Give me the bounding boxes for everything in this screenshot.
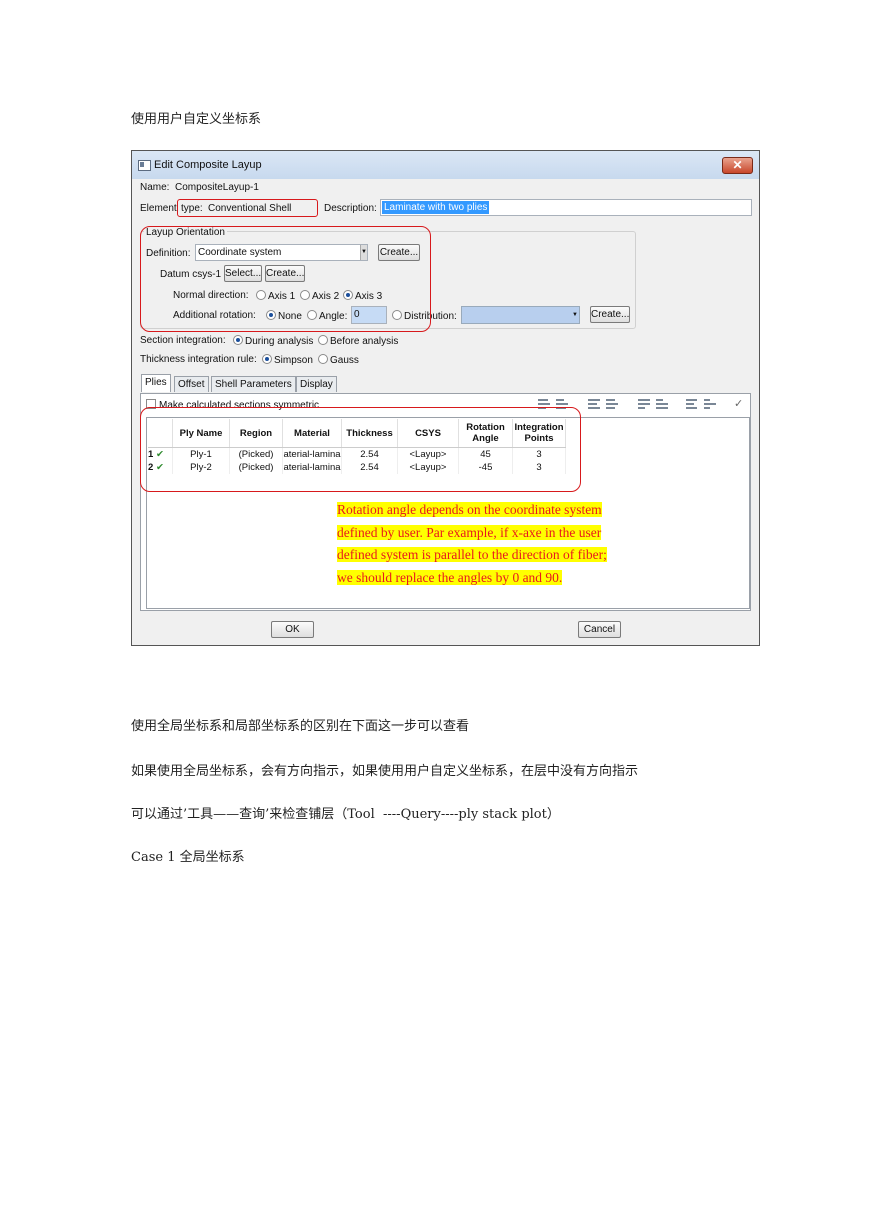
doc-line-4: Case 1 全局坐标系 — [131, 850, 245, 865]
validate-icon[interactable]: ✓ — [734, 397, 743, 410]
during-analysis-label: During analysis — [245, 336, 314, 347]
simpson-label: Simpson — [274, 355, 313, 366]
gauss-radio[interactable]: Gauss — [318, 354, 359, 366]
dropdown-arrow-icon: ▼ — [572, 312, 578, 318]
thickness-rule-label: Thickness integration rule: — [140, 354, 257, 365]
name-label: Name: — [140, 182, 170, 193]
cancel-button[interactable]: Cancel — [578, 621, 621, 638]
note-line: defined system is parallel to the direct… — [337, 547, 607, 562]
tab-plies[interactable]: Plies — [141, 374, 171, 392]
align-icon[interactable] — [685, 396, 699, 410]
radio-off-icon — [318, 354, 328, 364]
tab-display[interactable]: Display — [296, 376, 337, 392]
doc-heading: 使用用户自定义坐标系 — [131, 112, 262, 127]
note-line: we should replace the angles by 0 and 90… — [337, 569, 563, 585]
name-value: CompositeLayup-1 — [175, 182, 259, 193]
doc-line-3: 可以通过’工具——查询’来检查铺层（Tool ----Query----ply … — [131, 807, 560, 822]
before-analysis-label: Before analysis — [330, 336, 399, 347]
orientation-highlight — [140, 226, 431, 332]
tab-shell-parameters[interactable]: Shell Parameters — [211, 376, 296, 392]
element-label: Element — [140, 203, 177, 214]
dialog-titlebar: Edit Composite Layup ✕ — [132, 151, 759, 179]
dialog-title: Edit Composite Layup — [154, 159, 262, 171]
before-analysis-radio[interactable]: Before analysis — [318, 335, 398, 347]
doc-line-1: 使用全局坐标系和局部坐标系的区别在下面这一步可以查看 — [131, 719, 470, 734]
element-type-highlight — [177, 199, 318, 217]
move-up-icon[interactable] — [587, 396, 601, 410]
doc-line-2: 如果使用全局坐标系，会有方向指示，如果使用用户自定义坐标系，在层中没有方向指示 — [131, 764, 639, 779]
tab-offset[interactable]: Offset — [174, 376, 209, 392]
annotation-note: Rotation angle depends on the coordinate… — [337, 499, 650, 589]
distribution-select[interactable]: ▼ — [461, 306, 580, 324]
section-integration-label: Section integration: — [140, 335, 226, 346]
simpson-radio[interactable]: Simpson — [262, 354, 313, 366]
paste-ply-icon[interactable] — [655, 396, 669, 410]
description-label: Description: — [324, 203, 377, 214]
dialog-screenshot: Edit Composite Layup ✕ Name: CompositeLa… — [131, 150, 760, 646]
close-button[interactable]: ✕ — [722, 157, 753, 174]
gauss-label: Gauss — [330, 355, 359, 366]
move-down-icon[interactable] — [605, 396, 619, 410]
note-line: defined by user. Par example, if x-axe i… — [337, 524, 602, 540]
during-analysis-radio[interactable]: During analysis — [233, 335, 313, 347]
plies-table-highlight — [140, 407, 581, 492]
radio-on-icon — [262, 354, 272, 364]
rotate-icon[interactable] — [703, 396, 717, 410]
window-icon — [138, 160, 151, 171]
description-value: Laminate with two plies — [382, 201, 490, 214]
create-distribution-button[interactable]: Create... — [590, 306, 630, 323]
copy-ply-icon[interactable] — [637, 396, 651, 410]
description-input[interactable]: Laminate with two plies — [380, 199, 752, 216]
note-line: Rotation angle depends on the coordinate… — [337, 502, 602, 517]
radio-on-icon — [233, 335, 243, 345]
radio-off-icon — [318, 335, 328, 345]
ok-button[interactable]: OK — [271, 621, 314, 638]
